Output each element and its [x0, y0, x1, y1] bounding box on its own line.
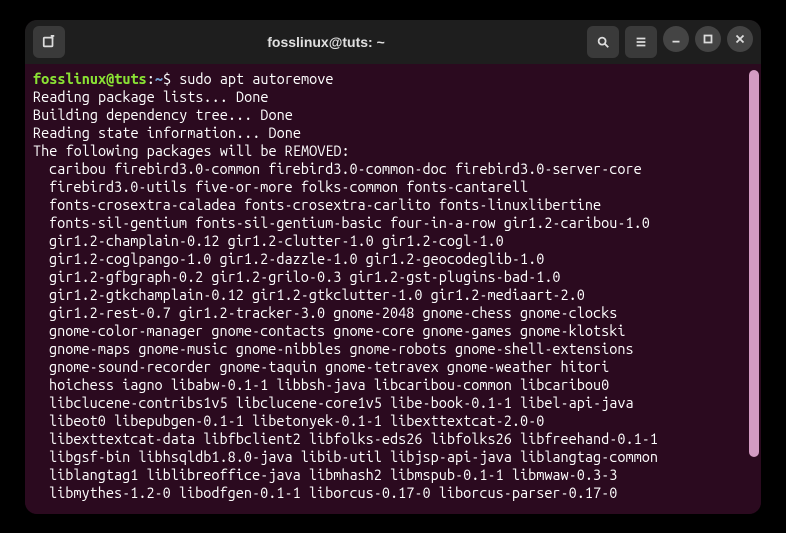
package-list: caribou firebird3.0-common firebird3.0-c… [33, 160, 753, 502]
package-line: gnome-sound-recorder gnome-taquin gnome-… [33, 358, 753, 376]
package-line: libgsf-bin libhsqldb1.8.0-java libib-uti… [33, 448, 753, 466]
scrollbar-thumb[interactable] [749, 70, 759, 457]
output-line: Reading package lists... Done [33, 88, 753, 106]
prompt-line: fosslinux@tuts:~$ sudo apt autoremove [33, 70, 753, 88]
package-line: libeot0 libepubgen-0.1-1 libetonyek-0.1-… [33, 412, 753, 430]
package-line: gnome-color-manager gnome-contacts gnome… [33, 322, 753, 340]
package-line: gnome-maps gnome-music gnome-nibbles gno… [33, 340, 753, 358]
prompt-colon: : [147, 70, 155, 87]
new-tab-button[interactable] [33, 26, 65, 58]
output-line: Building dependency tree... Done [33, 106, 753, 124]
output-lines: Reading package lists... DoneBuilding de… [33, 88, 753, 160]
window-title: fosslinux@tuts: ~ [71, 34, 581, 50]
package-line: fonts-sil-gentium fonts-sil-gentium-basi… [33, 214, 753, 232]
search-button[interactable] [587, 26, 619, 58]
minimize-button[interactable] [663, 26, 689, 52]
package-line: liblangtag1 liblibreoffice-java libmhash… [33, 466, 753, 484]
package-line: gir1.2-champlain-0.12 gir1.2-clutter-1.0… [33, 232, 753, 250]
package-line: libclucene-contribs1v5 libclucene-core1v… [33, 394, 753, 412]
package-line: hoichess iagno libabw-0.1-1 libbsh-java … [33, 376, 753, 394]
menu-button[interactable] [625, 26, 657, 58]
package-line: gir1.2-gtkchamplain-0.12 gir1.2-gtkclutt… [33, 286, 753, 304]
output-line: Reading state information... Done [33, 124, 753, 142]
titlebar: fosslinux@tuts: ~ [25, 20, 761, 64]
package-line: gir1.2-coglpango-1.0 gir1.2-dazzle-1.0 g… [33, 250, 753, 268]
package-line: libmythes-1.2-0 libodfgen-0.1-1 liborcus… [33, 484, 753, 502]
prompt-path: ~ [155, 70, 163, 87]
prompt-dollar: $ [163, 70, 171, 87]
close-button[interactable] [727, 26, 753, 52]
command-text: sudo apt autoremove [179, 70, 333, 87]
package-line: caribou firebird3.0-common firebird3.0-c… [33, 160, 753, 178]
terminal-window: fosslinux@tuts: ~ fosslinux@tuts:~$ sudo… [25, 20, 761, 514]
output-line: The following packages will be REMOVED: [33, 142, 753, 160]
package-line: fonts-crosextra-caladea fonts-crosextra-… [33, 196, 753, 214]
prompt-user-host: fosslinux@tuts [33, 70, 147, 87]
maximize-button[interactable] [695, 26, 721, 52]
package-line: gir1.2-gfbgraph-0.2 gir1.2-grilo-0.3 gir… [33, 268, 753, 286]
package-line: firebird3.0-utils five-or-more folks-com… [33, 178, 753, 196]
package-line: libexttextcat-data libfbclient2 libfolks… [33, 430, 753, 448]
terminal-body[interactable]: fosslinux@tuts:~$ sudo apt autoremove Re… [25, 64, 761, 514]
package-line: gir1.2-rest-0.7 gir1.2-tracker-3.0 gnome… [33, 304, 753, 322]
